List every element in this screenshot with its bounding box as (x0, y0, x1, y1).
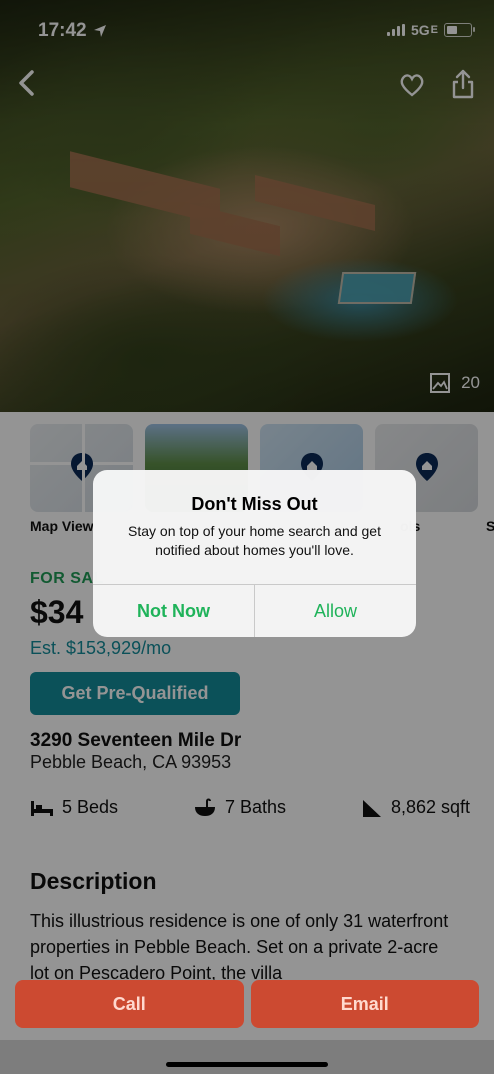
alert-title: Don't Miss Out (191, 494, 318, 514)
contact-actions: Call Email (15, 980, 479, 1028)
allow-button[interactable]: Allow (255, 585, 416, 637)
bottom-safe-area (0, 1040, 494, 1074)
notification-permission-alert: Don't Miss Out Stay on top of your home … (93, 470, 416, 637)
email-button[interactable]: Email (250, 980, 479, 1028)
home-indicator[interactable] (166, 1062, 328, 1067)
property-detail-screen: 17:42 5G E 20 Map View S FOR SAL $34 Est… (0, 0, 494, 1074)
alert-message: Stay on top of your home search and get … (128, 523, 381, 558)
call-button[interactable]: Call (15, 980, 244, 1028)
not-now-button[interactable]: Not Now (93, 585, 254, 637)
